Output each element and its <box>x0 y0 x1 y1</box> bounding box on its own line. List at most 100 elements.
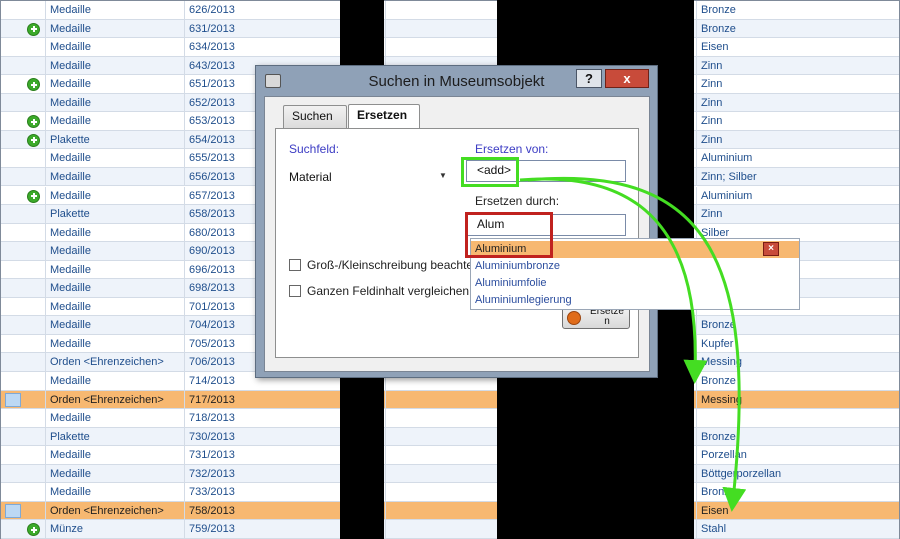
ersetzen-von-label: Ersetzen von: <box>475 142 549 156</box>
whole-field-label: Ganzen Feldinhalt vergleichen <box>307 284 470 298</box>
type-cell: Medaille <box>45 483 183 501</box>
empty-cell <box>385 38 497 56</box>
close-button[interactable]: x <box>605 69 649 88</box>
dialog-titlebar[interactable]: Suchen in Museumsobjekt ? x <box>256 66 657 96</box>
type-cell: Münze <box>45 520 183 538</box>
autocomplete-option[interactable]: Aluminiumfolie <box>475 277 547 289</box>
type-cell: Medaille <box>45 260 183 279</box>
number-cell: 626/2013 <box>184 1 334 19</box>
number-cell: 733/2013 <box>184 483 334 501</box>
empty-cell <box>385 464 497 483</box>
empty-cell <box>385 520 497 538</box>
autocomplete-option[interactable]: Aluminiumbronze <box>475 260 560 272</box>
material-cell: Eisen <box>696 38 899 56</box>
table-row[interactable]: Medaille731/2013Porzellanum ... <box>1 446 899 465</box>
chevron-down-icon[interactable]: ▼ <box>435 167 451 185</box>
table-row[interactable]: Medaille626/2013Bronzeum ... <box>1 1 899 20</box>
type-cell: Medaille <box>45 242 183 260</box>
type-cell: Medaille <box>45 409 183 427</box>
type-cell: Medaille <box>45 93 183 112</box>
plus-icon[interactable] <box>27 133 40 147</box>
plus-icon[interactable] <box>27 523 40 537</box>
row-selector-icon[interactable] <box>5 503 21 518</box>
material-cell: Zinn <box>696 75 899 93</box>
empty-cell <box>385 501 497 520</box>
material-cell: Aluminium <box>696 149 899 167</box>
number-cell: 732/2013 <box>184 464 334 483</box>
row-selector-icon[interactable] <box>5 392 21 407</box>
table-row[interactable]: Medaille733/2013Bronzeum ... <box>1 483 899 502</box>
type-cell: Medaille <box>45 38 183 56</box>
table-row[interactable]: Münze759/2013Stahlum ... <box>1 520 899 539</box>
table-row[interactable]: Orden <Ehrenzeichen>717/2013Messingum ..… <box>1 390 899 410</box>
type-cell: Medaille <box>45 446 183 464</box>
material-cell: Zinn <box>696 130 899 149</box>
type-cell: Medaille <box>45 186 183 204</box>
empty-cell <box>385 19 497 38</box>
plus-icon[interactable] <box>27 22 40 36</box>
material-cell <box>696 409 899 427</box>
suchfeld-select[interactable]: Material <box>289 170 332 184</box>
material-cell: Bronze <box>696 427 899 446</box>
highlight-box-durch <box>465 212 553 258</box>
material-cell: Aluminium <box>696 186 899 204</box>
empty-cell <box>385 390 497 409</box>
tab-suchen[interactable]: Suchen <box>283 105 347 128</box>
table-row[interactable]: Medaille631/2013Bronzeum ... <box>1 19 899 39</box>
material-cell: Eisen <box>696 501 899 520</box>
number-cell: 717/2013 <box>184 390 334 409</box>
number-cell: 731/2013 <box>184 446 334 464</box>
type-cell: Plakette <box>45 130 183 149</box>
plus-icon[interactable] <box>27 189 40 203</box>
type-cell: Medaille <box>45 334 183 353</box>
type-cell: Medaille <box>45 1 183 19</box>
type-cell: Medaille <box>45 464 183 483</box>
ersetzen-button-label-2: n <box>604 316 610 327</box>
material-cell: Messing <box>696 390 899 409</box>
number-cell: 759/2013 <box>184 520 334 538</box>
type-cell: Medaille <box>45 75 183 93</box>
empty-cell <box>385 1 497 19</box>
type-cell: Medaille <box>45 19 183 38</box>
highlight-box-von <box>461 157 519 187</box>
number-cell: 634/2013 <box>184 38 334 56</box>
table-row[interactable]: Medaille718/2013um ... <box>1 409 899 428</box>
material-cell: Zinn; Silber <box>696 167 899 186</box>
material-cell: Zinn <box>696 112 899 130</box>
table-row[interactable]: Medaille634/2013Eisenum ... <box>1 38 899 57</box>
type-cell: Medaille <box>45 167 183 186</box>
case-sensitive-checkbox[interactable] <box>289 259 301 271</box>
search-replace-dialog: Suchen in Museumsobjekt ? x Suchen Erset… <box>255 65 658 378</box>
type-cell: Orden <Ehrenzeichen> <box>45 501 183 520</box>
number-cell: 758/2013 <box>184 501 334 520</box>
material-cell: Stahl <box>696 520 899 538</box>
type-cell: Medaille <box>45 316 183 334</box>
type-cell: Orden <Ehrenzeichen> <box>45 390 183 409</box>
type-cell: Plakette <box>45 427 183 446</box>
close-icon[interactable]: × <box>763 242 779 256</box>
number-cell: 718/2013 <box>184 409 334 427</box>
dialog-body: Suchen Ersetzen Suchfeld: Material ▼ Ers… <box>264 96 650 372</box>
table-row[interactable]: Orden <Ehrenzeichen>758/2013Eisenum ... <box>1 501 899 521</box>
material-cell: Zinn <box>696 56 899 75</box>
table-row[interactable]: Plakette730/2013Bronzeum ... <box>1 427 899 447</box>
plus-icon[interactable] <box>27 115 40 129</box>
empty-cell <box>385 427 497 446</box>
material-cell: Bronze <box>696 1 899 19</box>
type-cell: Medaille <box>45 112 183 130</box>
material-cell: Porzellan <box>696 446 899 464</box>
help-button[interactable]: ? <box>576 69 602 88</box>
number-cell: 631/2013 <box>184 19 334 38</box>
type-cell: Medaille <box>45 149 183 167</box>
material-cell: Zinn <box>696 205 899 223</box>
type-cell: Medaille <box>45 223 183 242</box>
material-cell: Messing <box>696 353 899 371</box>
material-cell: Bronze <box>696 372 899 390</box>
whole-field-checkbox[interactable] <box>289 285 301 297</box>
table-row[interactable]: Medaille732/2013Böttgerporzellanum ... <box>1 464 899 484</box>
type-cell: Orden <Ehrenzeichen> <box>45 353 183 371</box>
tab-ersetzen[interactable]: Ersetzen <box>348 104 420 129</box>
plus-icon[interactable] <box>27 78 40 92</box>
autocomplete-option[interactable]: Aluminiumlegierung <box>475 294 572 306</box>
type-cell: Medaille <box>45 297 183 316</box>
